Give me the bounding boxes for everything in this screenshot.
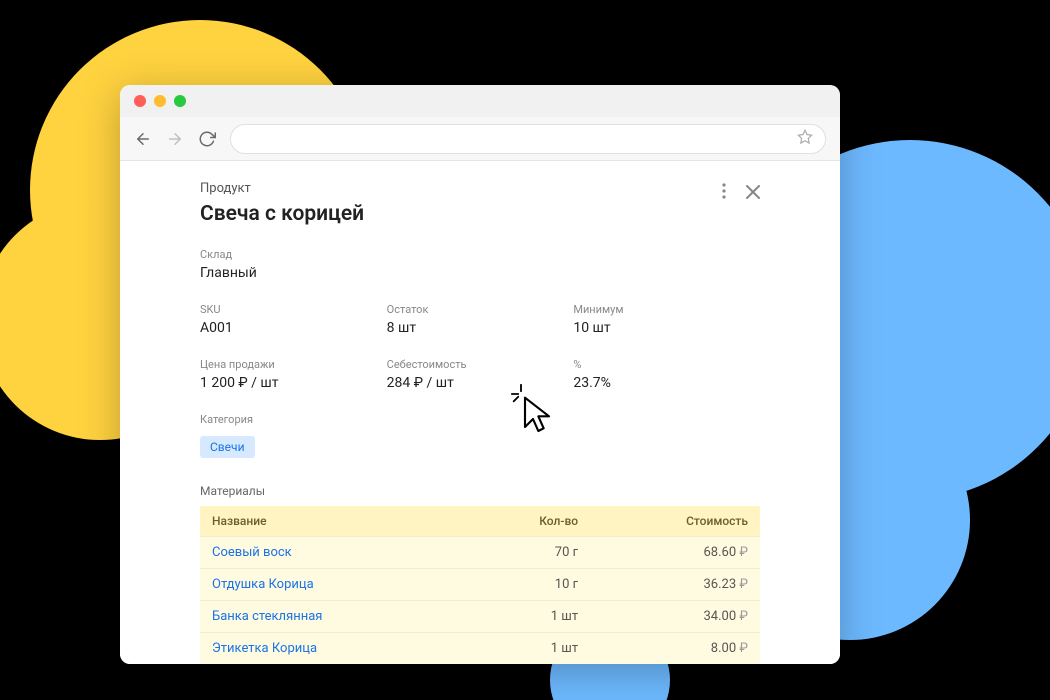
material-cost-cell: 8.00 ₽ — [590, 633, 760, 665]
material-name-cell: Соевый воск — [200, 537, 466, 569]
material-qty-cell: 1 шт — [466, 601, 590, 633]
field-label: SKU — [200, 303, 387, 316]
field-value: 23.7% — [573, 375, 760, 391]
field-value: 8 шт — [387, 320, 574, 336]
field-value: 1 200 ₽ / шт — [200, 375, 387, 391]
price-field: Цена продажи 1 200 ₽ / шт — [200, 358, 387, 391]
material-link[interactable]: Этикетка Корица — [212, 641, 317, 656]
minimum-field: Минимум 10 шт — [573, 303, 760, 336]
material-cost-cell: 36.23 ₽ — [590, 569, 760, 601]
address-bar[interactable] — [230, 124, 826, 154]
material-name-cell: Банка стеклянная — [200, 601, 466, 633]
close-icon[interactable] — [746, 183, 760, 204]
materials-section-label: Материалы — [200, 484, 760, 498]
table-row: Банка стеклянная 1 шт34.00 ₽ — [200, 601, 760, 633]
material-qty-cell: 10 г — [466, 569, 590, 601]
column-header-name: Название — [200, 506, 466, 537]
forward-button[interactable] — [166, 130, 184, 148]
table-row: Соевый воск 70 г68.60 ₽ — [200, 537, 760, 569]
window-minimize-dot[interactable] — [154, 95, 166, 107]
back-button[interactable] — [134, 130, 152, 148]
page-content: Продукт Свеча с корицей Склад Главный SK… — [120, 161, 840, 664]
material-cost-cell: 68.60 ₽ — [590, 537, 760, 569]
table-row: Отдушка Корица 10 г36.23 ₽ — [200, 569, 760, 601]
table-row: Этикетка Корица 1 шт8.00 ₽ — [200, 633, 760, 665]
bookmark-star-icon[interactable] — [797, 129, 813, 149]
browser-toolbar — [120, 117, 840, 161]
material-link[interactable]: Банка стеклянная — [212, 609, 322, 624]
field-value: 10 шт — [573, 320, 760, 336]
field-label: Цена продажи — [200, 358, 387, 371]
material-cost-cell: 34.00 ₽ — [590, 601, 760, 633]
field-label: Остаток — [387, 303, 574, 316]
field-label: Категория — [200, 413, 760, 426]
page-header: Продукт Свеча с корицей — [200, 181, 760, 226]
more-menu-icon[interactable] — [722, 183, 726, 204]
field-label: Себестоимость — [387, 358, 574, 371]
field-label: Склад — [200, 248, 760, 261]
sku-field: SKU A001 — [200, 303, 387, 336]
material-qty-cell: 1 шт — [466, 633, 590, 665]
cost-field: Себестоимость 284 ₽ / шт — [387, 358, 574, 391]
material-name-cell: Этикетка Корица — [200, 633, 466, 665]
section-label: Продукт — [200, 181, 722, 196]
window-maximize-dot[interactable] — [174, 95, 186, 107]
column-header-cost: Стоимость — [590, 506, 760, 537]
material-link[interactable]: Соевый воск — [212, 545, 292, 560]
material-qty-cell: 70 г — [466, 537, 590, 569]
field-label: Минимум — [573, 303, 760, 316]
column-header-qty: Кол-во — [466, 506, 590, 537]
window-titlebar — [120, 85, 840, 117]
materials-table: Название Кол-во Стоимость Соевый воск 70 … — [200, 506, 760, 664]
field-value: A001 — [200, 320, 387, 336]
window-close-dot[interactable] — [134, 95, 146, 107]
category-chip[interactable]: Свечи — [200, 436, 255, 458]
material-link[interactable]: Отдушка Корица — [212, 577, 314, 592]
stock-field: Остаток 8 шт — [387, 303, 574, 336]
category-field: Категория Свечи — [200, 413, 760, 458]
reload-button[interactable] — [198, 130, 216, 148]
field-label: % — [573, 358, 760, 371]
warehouse-field: Склад Главный — [200, 248, 760, 281]
margin-field: % 23.7% — [573, 358, 760, 391]
browser-window: Продукт Свеча с корицей Склад Главный SK… — [120, 85, 840, 664]
field-value: Главный — [200, 265, 760, 281]
field-value: 284 ₽ / шт — [387, 375, 574, 391]
material-name-cell: Отдушка Корица — [200, 569, 466, 601]
page-title: Свеча с корицей — [200, 202, 722, 226]
